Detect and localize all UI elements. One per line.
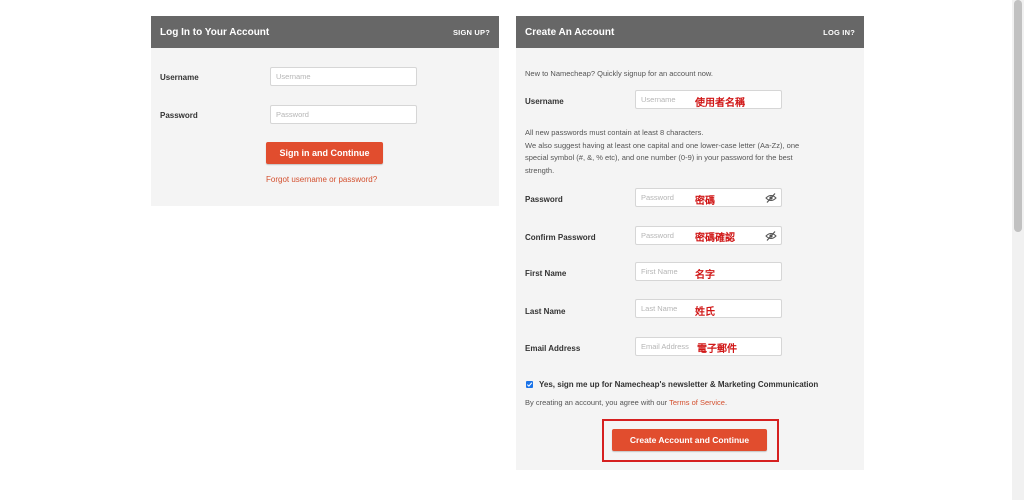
newsletter-checkbox[interactable]	[526, 381, 533, 388]
password-rules: All new passwords must contain at least …	[525, 127, 815, 177]
email-input[interactable]	[635, 337, 782, 356]
first-name-input[interactable]	[635, 262, 782, 281]
newsletter-label[interactable]: Yes, sign me up for Namecheap's newslett…	[539, 380, 818, 389]
signup-username-label: Username	[525, 97, 564, 106]
page: Log In to Your Account SIGN UP? Username…	[0, 0, 1024, 500]
confirm-password-label: Confirm Password	[525, 233, 596, 242]
login-link[interactable]: LOG IN?	[823, 28, 855, 37]
login-panel-header: Log In to Your Account SIGN UP?	[151, 16, 499, 48]
last-name-label: Last Name	[525, 307, 566, 316]
signup-panel-header: Create An Account LOG IN?	[516, 16, 864, 48]
password-rules-line: All new passwords must contain at least …	[525, 128, 704, 137]
signup-password-input[interactable]	[635, 188, 782, 207]
highlight-box	[602, 419, 779, 462]
login-password-label: Password	[160, 111, 198, 120]
signup-title: Create An Account	[525, 26, 615, 38]
forgot-password-link[interactable]: Forgot username or password?	[266, 175, 377, 184]
login-panel: Log In to Your Account SIGN UP? Username…	[151, 16, 499, 206]
signup-link[interactable]: SIGN UP?	[453, 28, 490, 37]
login-username-input[interactable]	[270, 67, 417, 86]
signup-password-label: Password	[525, 195, 563, 204]
email-label: Email Address	[525, 344, 581, 353]
terms-prefix: By creating an account, you agree with o…	[525, 398, 670, 407]
terms-text: By creating an account, you agree with o…	[525, 397, 727, 410]
scrollbar-thumb[interactable]	[1014, 0, 1022, 232]
login-username-label: Username	[160, 73, 199, 82]
signup-intro: New to Namecheap? Quickly signup for an …	[525, 69, 714, 78]
login-title: Log In to Your Account	[160, 26, 270, 38]
terms-suffix: .	[724, 398, 728, 407]
check-icon	[526, 382, 533, 387]
signup-username-input[interactable]	[635, 90, 782, 109]
last-name-input[interactable]	[635, 299, 782, 318]
terms-of-service-link[interactable]: Terms of Service	[669, 398, 725, 407]
eye-off-icon[interactable]	[765, 231, 777, 241]
page-scrollbar[interactable]	[1012, 0, 1024, 500]
login-password-input[interactable]	[270, 105, 417, 124]
first-name-label: First Name	[525, 269, 567, 278]
eye-off-icon[interactable]	[765, 193, 777, 203]
signup-panel: Create An Account LOG IN? New to Nameche…	[516, 16, 864, 470]
confirm-password-input[interactable]	[635, 226, 782, 245]
sign-in-button[interactable]: Sign in and Continue	[266, 142, 383, 164]
password-suggestion: We also suggest having at least one capi…	[525, 140, 800, 175]
